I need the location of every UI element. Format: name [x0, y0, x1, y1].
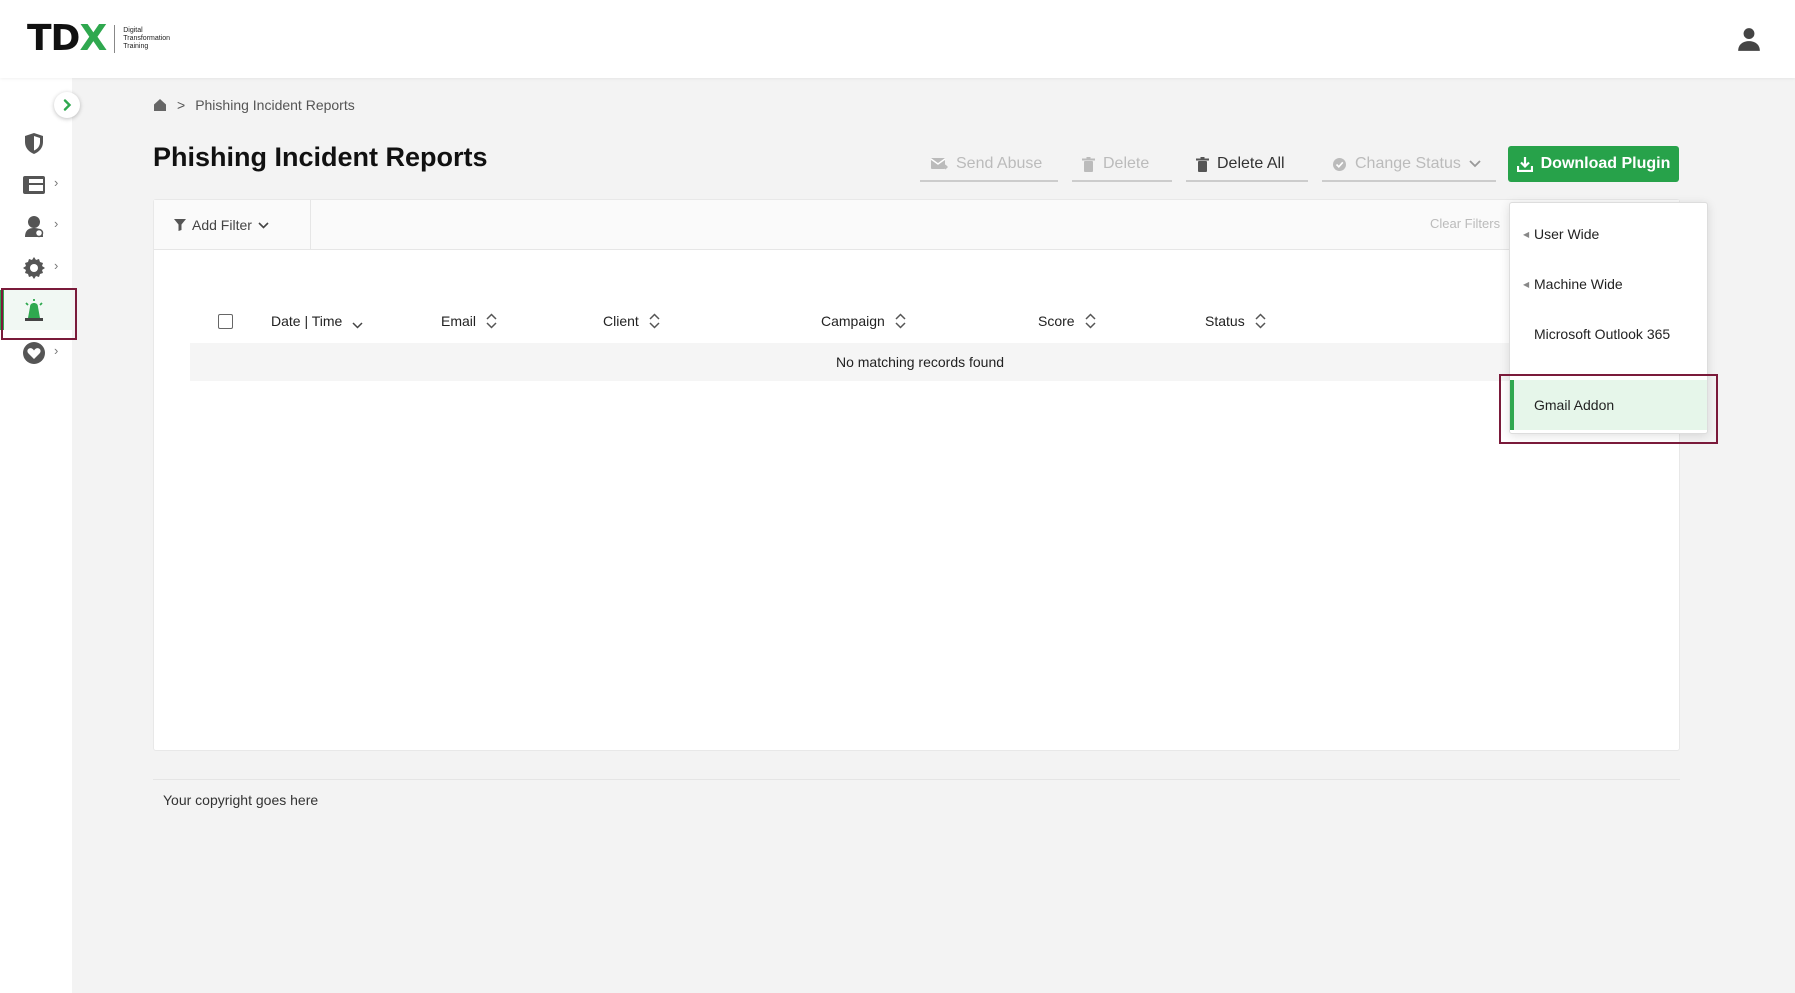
- send-abuse-button[interactable]: Send Abuse: [920, 148, 1058, 182]
- top-header: TDX Digital Transformation Training: [0, 0, 1795, 78]
- chevron-down-icon: [258, 221, 269, 229]
- logo-divider: [114, 25, 116, 53]
- menu-item-user-wide[interactable]: ◀ User Wide: [1510, 209, 1707, 259]
- clear-filters-link[interactable]: Clear Filters: [1430, 216, 1500, 231]
- sort-icon: [895, 313, 906, 329]
- download-icon: [1516, 157, 1533, 172]
- select-all-checkbox[interactable]: [218, 314, 233, 329]
- sidebar-item-dashboard[interactable]: ›: [0, 165, 72, 205]
- menu-item-outlook-365[interactable]: Microsoft Outlook 365: [1510, 309, 1707, 359]
- footer-divider: [153, 779, 1680, 780]
- column-score[interactable]: Score: [1038, 306, 1096, 336]
- tdx-logo[interactable]: TDX Digital Transformation Training: [27, 20, 183, 58]
- caret-left-icon: ◀: [1523, 279, 1530, 289]
- trash-icon: [1082, 156, 1095, 172]
- sort-icon: [1255, 313, 1266, 329]
- sidebar-item-settings[interactable]: ›: [0, 248, 72, 288]
- reports-card: Add Filter Clear Filters Date | Time Ema…: [153, 199, 1680, 751]
- sidebar-expand-button[interactable]: [54, 92, 80, 118]
- column-campaign[interactable]: Campaign: [821, 306, 906, 336]
- sort-icon: [486, 313, 497, 329]
- delete-all-button[interactable]: Delete All: [1186, 148, 1308, 182]
- breadcrumb: > Phishing Incident Reports: [153, 97, 355, 113]
- logo-wordmark: TDX: [27, 18, 107, 59]
- breadcrumb-current: Phishing Incident Reports: [195, 97, 355, 113]
- table-header: Date | Time Email Client Campaign Score …: [190, 306, 1650, 336]
- chevron-right-icon: ›: [54, 216, 59, 231]
- filter-bar: Add Filter Clear Filters: [154, 200, 1679, 250]
- user-group-icon: [25, 216, 44, 238]
- chevron-right-icon: [63, 99, 72, 111]
- column-date-time[interactable]: Date | Time: [271, 306, 363, 336]
- column-client[interactable]: Client: [603, 306, 660, 336]
- selected-item-highlight: [1499, 374, 1718, 444]
- page-title: Phishing Incident Reports: [153, 142, 488, 172]
- chevron-right-icon: ›: [54, 343, 59, 358]
- breadcrumb-separator: >: [177, 97, 186, 113]
- envelope-icon: [930, 158, 948, 170]
- sidebar-item-security[interactable]: [0, 123, 72, 163]
- footer-copyright: Your copyright goes here: [163, 792, 319, 808]
- download-plugin-button[interactable]: Download Plugin: [1508, 146, 1679, 182]
- logo-subtitle: Digital Transformation Training: [123, 27, 171, 50]
- trash-icon: [1196, 156, 1209, 172]
- chevron-right-icon: ›: [54, 258, 59, 273]
- chevron-down-icon: [1469, 160, 1481, 168]
- filter-icon: [174, 219, 186, 231]
- gear-icon: [23, 257, 45, 279]
- heart-icon: [23, 342, 45, 364]
- active-item-highlight: [1, 288, 77, 340]
- sort-desc-icon: [352, 321, 363, 329]
- check-badge-icon: [1333, 157, 1346, 171]
- menu-item-machine-wide[interactable]: ◀ Machine Wide: [1510, 259, 1707, 309]
- column-email[interactable]: Email: [441, 306, 497, 336]
- empty-table-message: No matching records found: [190, 343, 1650, 381]
- column-status[interactable]: Status: [1205, 306, 1266, 336]
- sort-icon: [1085, 313, 1096, 329]
- chevron-right-icon: ›: [54, 175, 59, 190]
- caret-left-icon: ◀: [1523, 229, 1530, 239]
- add-filter-button[interactable]: Add Filter: [154, 200, 311, 250]
- dashboard-icon: [23, 176, 45, 194]
- sidebar: › › › ›: [0, 78, 80, 993]
- sort-icon: [649, 313, 660, 329]
- shield-icon: [25, 133, 43, 154]
- change-status-dropdown[interactable]: Change Status: [1322, 148, 1496, 182]
- home-icon[interactable]: [153, 98, 167, 112]
- user-icon[interactable]: [1736, 26, 1762, 52]
- sidebar-item-users[interactable]: ›: [0, 206, 72, 246]
- delete-button[interactable]: Delete: [1072, 148, 1172, 182]
